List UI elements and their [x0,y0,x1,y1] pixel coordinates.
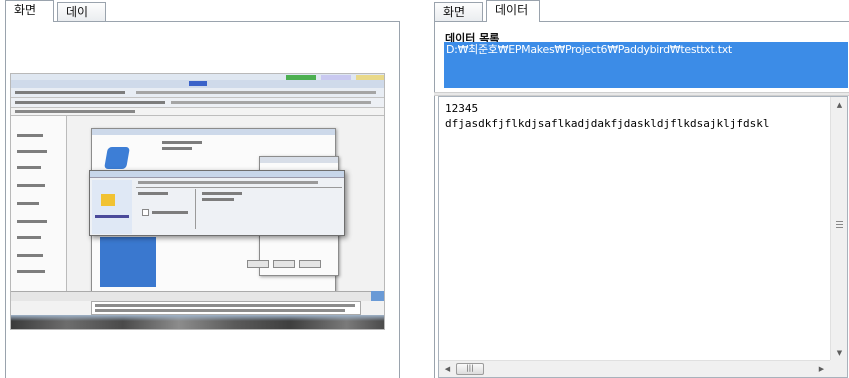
scroll-up-arrow-icon[interactable]: ▲ [831,97,848,113]
left-tab-screen[interactable]: 화면 [5,0,54,22]
content-line: dfjasdkfjflkdjsaflkadjdakfjdaskldjflkdsa… [445,117,770,130]
right-tab-screen[interactable]: 화면 [434,2,483,22]
data-list[interactable]: D:₩최준호₩EPMakes₩Project6₩Paddybird₩testtx… [444,42,848,88]
data-list-item-selected[interactable]: D:₩최준호₩EPMakes₩Project6₩Paddybird₩testtx… [444,42,848,88]
content-line: 12345 [445,102,479,115]
vertical-scrollbar[interactable]: ▲ ▼ [830,97,847,361]
scrollbar-corner [830,360,847,377]
scroll-down-arrow-icon[interactable]: ▼ [831,345,848,361]
scroll-left-arrow-icon[interactable]: ◀ [439,361,456,377]
data-content-viewer[interactable]: 12345 dfjasdkfjflkdjsaflkadjdakfjdaskldj… [438,96,848,378]
horizontal-scrollbar[interactable]: ◀ ||| ▶ [439,360,830,377]
screenshot-thumbnail [10,73,385,330]
scroll-right-arrow-icon[interactable]: ▶ [813,361,830,377]
left-tab-data[interactable]: 데이터 [57,2,106,34]
horizontal-scroll-thumb[interactable]: ||| [456,363,484,375]
vertical-scroll-grip-icon[interactable] [836,221,843,228]
data-content-text: 12345 dfjasdkfjflkdjsaflkadjdakfjdaskldj… [445,101,770,131]
right-tab-data[interactable]: 데이터 [486,0,540,22]
